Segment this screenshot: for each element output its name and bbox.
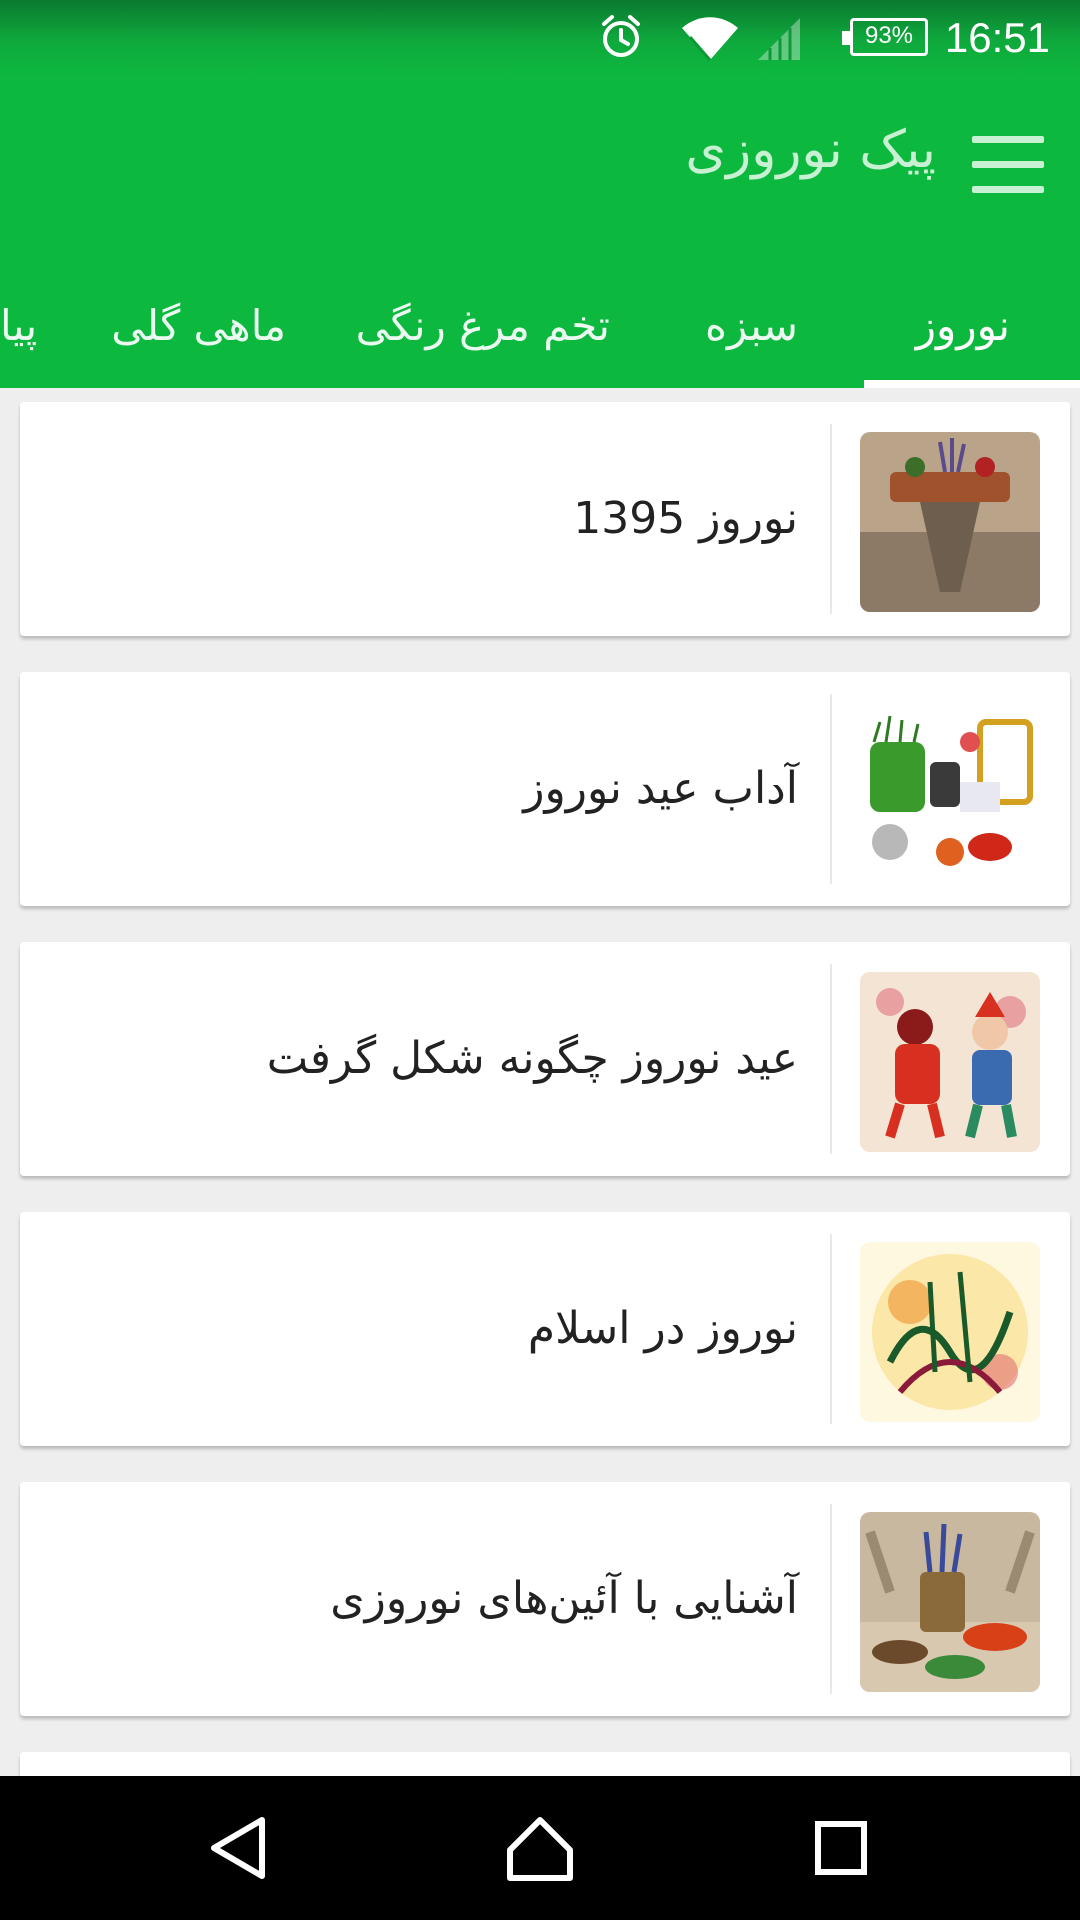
haji-firuz-thumbnail — [860, 972, 1040, 1152]
navigation-bar — [0, 1776, 1080, 1920]
tab-indicator — [864, 380, 1080, 388]
hamburger-menu-icon[interactable] — [972, 136, 1044, 196]
tab-goldfish[interactable]: ماهی گلی — [111, 266, 286, 388]
calligraphy-thumbnail — [860, 1242, 1040, 1422]
persepolis-haftsin-thumbnail — [860, 432, 1040, 612]
tab-colored-eggs[interactable]: تخم مرغ رنگی — [356, 266, 610, 388]
list-item[interactable]: نوروز 1395 — [20, 402, 1070, 636]
battery-level: 93% — [864, 22, 914, 49]
status-bar: 93% 16:51 — [0, 0, 1080, 76]
list-item[interactable]: آداب عید نوروز — [20, 672, 1070, 906]
card-title: نوروز در اسلام — [527, 1303, 798, 1354]
tab-bar: نوروز سبزه تخم مرغ رنگی ماهی گلی پیا — [0, 266, 1080, 388]
card-title: عید نوروز چگونه شکل گرفت — [266, 1033, 798, 1084]
wifi-icon — [682, 17, 738, 61]
card-title: آشنایی با آئین‌های نوروزی — [330, 1573, 798, 1624]
haftsin-table-thumbnail — [860, 702, 1040, 882]
alarm-icon — [602, 15, 640, 57]
signal-icon — [758, 18, 800, 60]
battery-icon: 93% — [842, 18, 928, 56]
list-item[interactable]: نوروز در اسلام — [20, 1212, 1070, 1446]
tab-nowruz[interactable]: نوروز — [916, 266, 1010, 388]
app-title: پیک نوروزی — [685, 120, 936, 180]
tab-partial[interactable]: پیا — [0, 266, 48, 388]
card-title: آداب عید نوروز — [523, 763, 798, 814]
app-bar: پیک نوروزی نوروز سبزه تخم مرغ رنگی ماهی … — [0, 76, 1080, 388]
card-title: نوروز 1395 — [573, 493, 798, 544]
status-time: 16:51 — [944, 14, 1050, 61]
list-item[interactable]: عید نوروز چگونه شکل گرفت — [20, 942, 1070, 1176]
back-icon[interactable] — [200, 1812, 280, 1884]
home-icon[interactable] — [500, 1812, 580, 1884]
tab-sabzeh[interactable]: سبزه — [705, 266, 798, 388]
recents-icon[interactable] — [800, 1812, 880, 1884]
list-item[interactable]: آشنایی با آئین‌های نوروزی — [20, 1482, 1070, 1716]
haftsin-spread-thumbnail — [860, 1512, 1040, 1692]
